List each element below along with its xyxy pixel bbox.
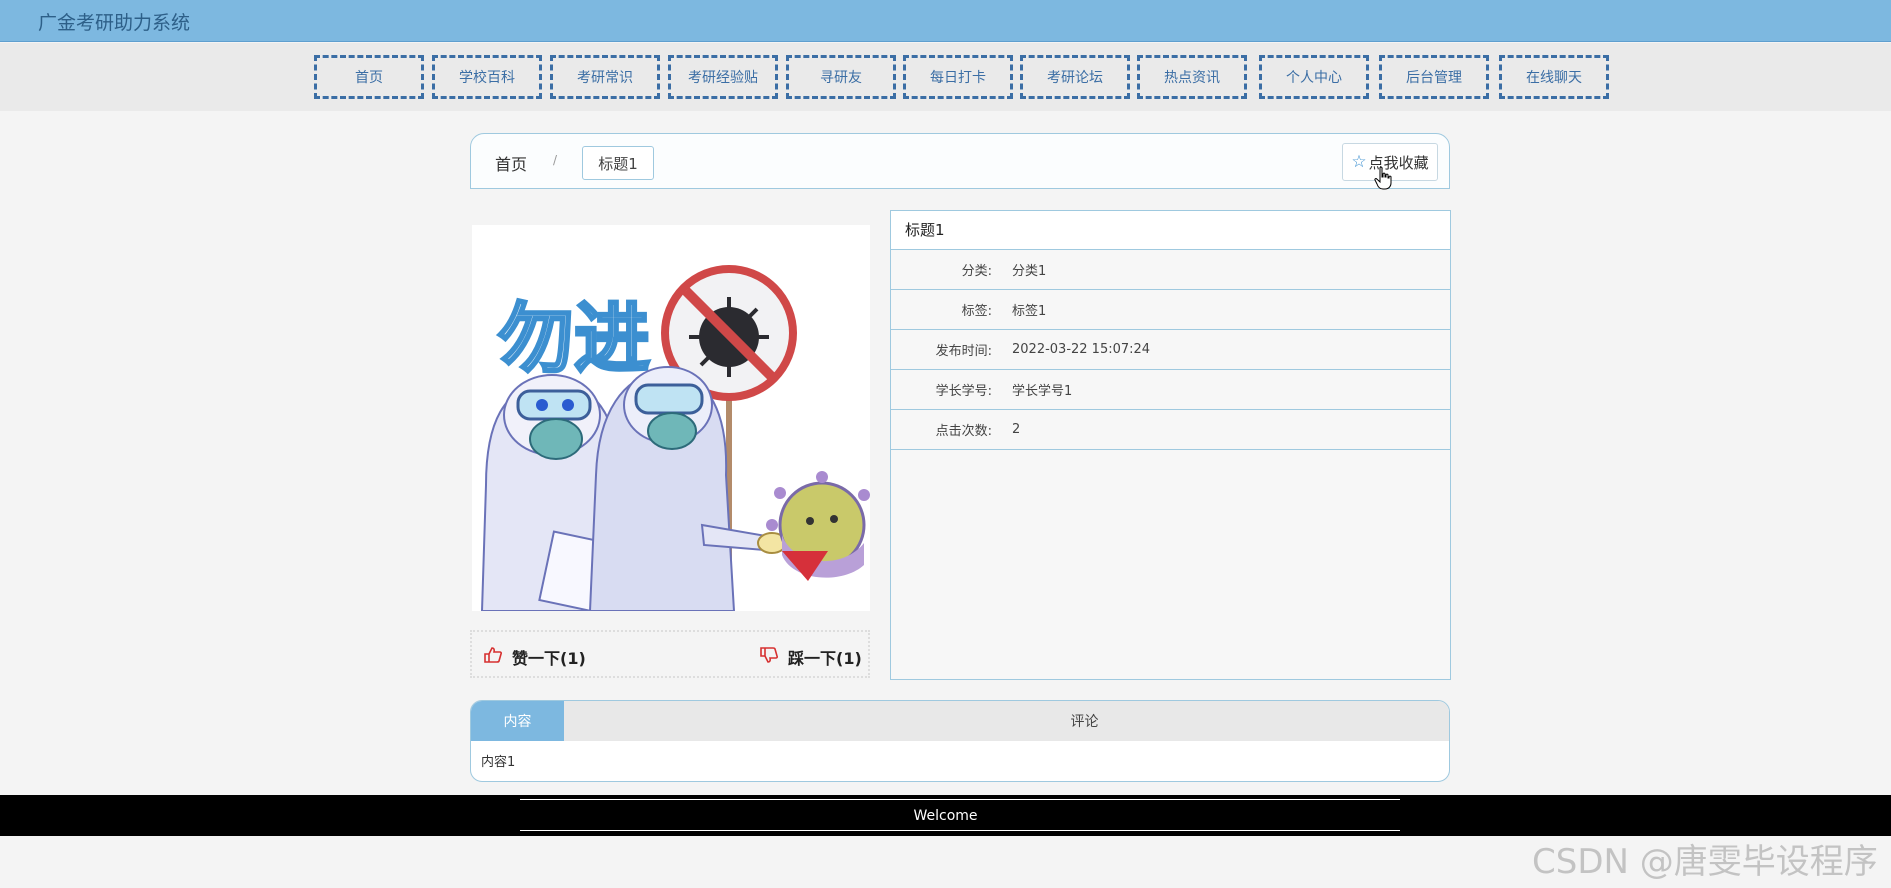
- detail-value: 学长学号1: [1012, 384, 1073, 399]
- footer: Welcome: [0, 795, 1891, 836]
- detail-value: 标签1: [1012, 304, 1047, 319]
- content-tabs: 内容 评论 内容1: [470, 700, 1450, 782]
- like-button[interactable]: 赞一下(1): [484, 645, 586, 669]
- main-nav: 首页 学校百科 考研常识 考研经验贴 寻研友 每日打卡 考研论坛 热点资讯 个人…: [0, 43, 1891, 111]
- detail-value: 2: [1012, 422, 1021, 437]
- tabs-header: 内容 评论: [471, 701, 1449, 741]
- nav-item-home[interactable]: 首页: [314, 55, 424, 99]
- detail-row-senior-id: 学长学号: 学长学号1: [891, 370, 1450, 410]
- nav-item-daily-checkin[interactable]: 每日打卡: [903, 55, 1013, 99]
- nav-item-school-wiki[interactable]: 学校百科: [432, 55, 542, 99]
- nav-item-personal-center[interactable]: 个人中心: [1259, 55, 1369, 99]
- detail-row-click-count: 点击次数: 2: [891, 410, 1450, 450]
- tab-comments[interactable]: 评论: [1038, 701, 1131, 741]
- hand-cursor-icon: [1374, 166, 1392, 190]
- detail-label: 分类:: [961, 264, 992, 279]
- detail-title: 标题1: [891, 211, 1450, 250]
- nav-item-forum[interactable]: 考研论坛: [1020, 55, 1130, 99]
- detail-label: 学长学号:: [935, 384, 992, 399]
- tab-content[interactable]: 内容: [471, 701, 564, 741]
- thumbs-up-icon: [484, 647, 502, 667]
- breadcrumb-separator: /: [553, 153, 558, 167]
- detail-label: 发布时间:: [935, 344, 992, 359]
- poster-slogan: 勿进: [498, 294, 650, 383]
- nav-item-experience-posts[interactable]: 考研经验贴: [668, 55, 778, 99]
- app-title: 广金考研助力系统: [38, 12, 191, 34]
- watermark: CSDN @唐雯毕设程序: [1532, 842, 1878, 882]
- breadcrumb-current: 标题1: [582, 146, 654, 180]
- poster-image: 勿进: [472, 225, 870, 611]
- vote-panel: 赞一下(1) 踩一下(1): [470, 630, 870, 678]
- nav-item-find-friends[interactable]: 寻研友: [786, 55, 896, 99]
- detail-value: 分类1: [1012, 264, 1047, 279]
- nav-item-exam-knowledge[interactable]: 考研常识: [550, 55, 660, 99]
- dislike-label: 踩一下(1): [788, 649, 862, 668]
- detail-row-tag: 标签: 标签1: [891, 290, 1450, 330]
- footer-divider: [520, 830, 1400, 831]
- app-header: 广金考研助力系统: [0, 0, 1891, 42]
- detail-label: 点击次数:: [935, 424, 992, 439]
- breadcrumb: 首页 / 标题1 ☆ 点我收藏: [470, 133, 1450, 189]
- like-label: 赞一下(1): [512, 649, 586, 668]
- nav-item-hot-news[interactable]: 热点资讯: [1137, 55, 1247, 99]
- detail-row-category: 分类: 分类1: [891, 250, 1450, 290]
- detail-row-publish-time: 发布时间: 2022-03-22 15:07:24: [891, 330, 1450, 370]
- thumbs-down-icon: [760, 647, 778, 667]
- detail-value: 2022-03-22 15:07:24: [1012, 342, 1151, 357]
- dislike-button[interactable]: 踩一下(1): [760, 645, 862, 669]
- detail-label: 标签:: [961, 304, 992, 319]
- star-icon: ☆: [1351, 152, 1367, 172]
- breadcrumb-home-link[interactable]: 首页: [495, 151, 527, 175]
- tab-content-body: 内容1: [481, 755, 516, 770]
- detail-panel: 标题1 分类: 分类1 标签: 标签1 发布时间: 2022-03-22 15:…: [890, 210, 1451, 680]
- nav-item-online-chat[interactable]: 在线聊天: [1499, 55, 1609, 99]
- nav-item-admin[interactable]: 后台管理: [1379, 55, 1489, 99]
